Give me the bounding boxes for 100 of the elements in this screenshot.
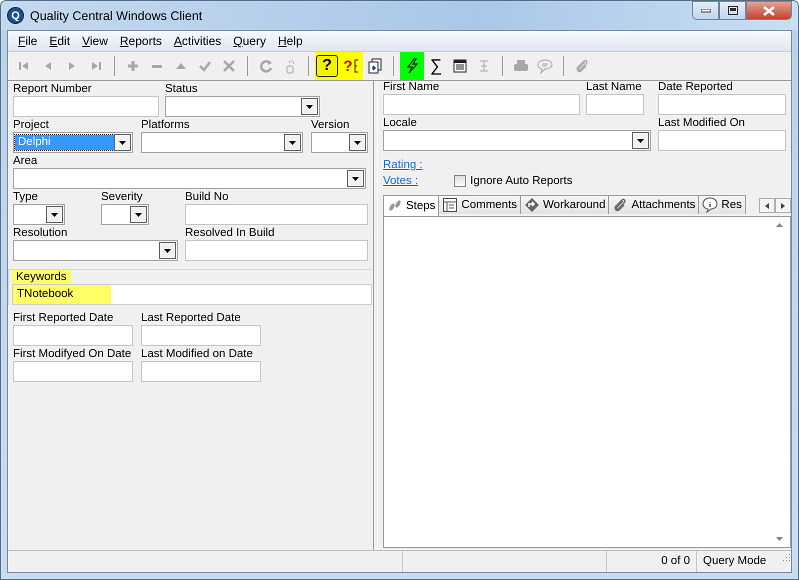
dropdown-arrow-icon bbox=[637, 138, 644, 142]
menu-item[interactable]: Activities bbox=[168, 34, 228, 48]
scroll-down-icon bbox=[776, 537, 783, 541]
dropdown-arrow-icon bbox=[352, 176, 359, 180]
paperclip-icon bbox=[612, 197, 628, 213]
restore-icon bbox=[728, 6, 738, 15]
tab[interactable]: Attachments bbox=[608, 195, 700, 214]
toolbar-button[interactable] bbox=[400, 52, 424, 80]
field-label: Project bbox=[13, 119, 50, 132]
speech-bubble-icon bbox=[537, 58, 553, 74]
scroll-right-button[interactable] bbox=[775, 198, 791, 213]
toolbar-button[interactable]: ∑ bbox=[424, 52, 448, 80]
close-button[interactable] bbox=[746, 1, 792, 20]
input-field[interactable] bbox=[185, 240, 368, 261]
field-label: Type bbox=[13, 191, 39, 204]
dropdown-field[interactable] bbox=[13, 240, 178, 261]
dropdown-field[interactable] bbox=[101, 204, 149, 225]
field-label: First Modifyed On Date bbox=[13, 348, 132, 361]
menu-item[interactable]: Query bbox=[227, 34, 272, 48]
tab[interactable]: Workaround bbox=[520, 195, 610, 214]
input-field[interactable] bbox=[185, 204, 368, 225]
dropdown-field[interactable] bbox=[383, 130, 651, 151]
cross-icon bbox=[221, 58, 237, 74]
scroll-left-button[interactable] bbox=[759, 198, 775, 213]
field-label: Resolution bbox=[13, 227, 68, 240]
mode-indicator: Query Mode bbox=[703, 555, 766, 567]
link[interactable]: Rating : bbox=[383, 157, 423, 173]
input-field[interactable] bbox=[658, 94, 786, 115]
form-icon bbox=[452, 58, 468, 74]
field-label: Last Modified On bbox=[658, 117, 746, 130]
dropdown-field[interactable] bbox=[141, 132, 303, 153]
field-label: Severity bbox=[101, 191, 144, 204]
menu-item[interactable]: File bbox=[12, 34, 44, 48]
dropdown-field[interactable] bbox=[311, 132, 368, 153]
minimize-icon bbox=[700, 8, 710, 12]
tab[interactable]: Res bbox=[698, 195, 746, 214]
input-field[interactable] bbox=[658, 130, 786, 151]
checkbox[interactable] bbox=[454, 175, 466, 187]
printer-icon bbox=[513, 58, 529, 74]
dropdown-arrow-icon bbox=[119, 140, 126, 144]
field-label: Build No bbox=[185, 191, 230, 204]
plus-icon bbox=[125, 58, 141, 74]
input-field[interactable] bbox=[141, 361, 261, 382]
dropdown-arrow-icon bbox=[135, 212, 142, 216]
field-label: Report Number bbox=[13, 83, 93, 96]
field-label: Area bbox=[13, 155, 38, 168]
link[interactable]: Votes : bbox=[383, 173, 418, 189]
menu-item[interactable]: Edit bbox=[43, 34, 76, 48]
minus-icon bbox=[152, 64, 162, 68]
field-label: Platforms bbox=[141, 119, 191, 132]
menu-item[interactable]: Help bbox=[272, 34, 309, 48]
refresh-icon bbox=[258, 58, 274, 74]
scroll-up-icon bbox=[776, 223, 783, 227]
paperclip-icon bbox=[574, 58, 590, 74]
field-label: Keywords bbox=[12, 270, 70, 284]
field-label: Locale bbox=[383, 117, 418, 130]
copy-icon bbox=[367, 58, 383, 74]
window-title: Quality Central Windows Client bbox=[30, 8, 204, 22]
dropdown-arrow-icon bbox=[306, 104, 313, 108]
field-label: First Reported Date bbox=[13, 312, 114, 325]
input-field[interactable] bbox=[586, 94, 644, 115]
tab[interactable]: Comments bbox=[438, 195, 522, 214]
dropdown-field[interactable] bbox=[13, 204, 65, 225]
menu-item[interactable]: Reports bbox=[114, 34, 168, 48]
dropdown-arrow-icon bbox=[354, 140, 361, 144]
field-label: Last Name bbox=[586, 81, 643, 94]
field-label: Last Reported Date bbox=[141, 312, 242, 325]
dropdown-arrow-icon bbox=[289, 140, 296, 144]
field-label: Status bbox=[165, 83, 199, 96]
field-label: Version bbox=[311, 119, 350, 132]
input-field[interactable]: TNotebook bbox=[12, 284, 372, 305]
input-field[interactable] bbox=[383, 94, 580, 115]
lightning-icon bbox=[404, 58, 420, 74]
field-label: Last Modified on Date bbox=[141, 348, 254, 361]
input-field[interactable] bbox=[13, 325, 133, 346]
checkbox-label: Ignore Auto Reports bbox=[470, 175, 572, 187]
input-field[interactable] bbox=[13, 96, 159, 117]
bracket-icon bbox=[352, 59, 359, 73]
close-icon bbox=[763, 6, 775, 16]
menu-item[interactable]: View bbox=[76, 34, 114, 48]
app-logo: Q bbox=[7, 7, 24, 24]
field-label: Resolved In Build bbox=[185, 227, 276, 240]
dropdown-field[interactable] bbox=[13, 168, 366, 189]
diamond-arrow-icon bbox=[524, 197, 540, 213]
tab[interactable]: Steps bbox=[383, 195, 440, 216]
minimize-button[interactable] bbox=[692, 1, 719, 20]
toolbar-button[interactable]: ? bbox=[339, 52, 363, 80]
toolbar-button[interactable]: ? bbox=[315, 52, 339, 80]
right-triangle-icon bbox=[781, 202, 785, 208]
input-field[interactable] bbox=[141, 325, 261, 346]
field-label: Date Reported bbox=[658, 81, 734, 94]
info-bubble-icon bbox=[702, 197, 718, 213]
input-field[interactable] bbox=[13, 361, 133, 382]
maximize-button[interactable] bbox=[719, 1, 746, 20]
table-icon bbox=[442, 197, 458, 213]
field-label: First Name bbox=[383, 81, 440, 94]
dropdown-arrow-icon bbox=[51, 212, 58, 216]
dropdown-arrow-icon bbox=[164, 248, 171, 252]
dropdown-field[interactable] bbox=[165, 96, 320, 117]
record-count: 0 of 0 bbox=[661, 555, 690, 567]
